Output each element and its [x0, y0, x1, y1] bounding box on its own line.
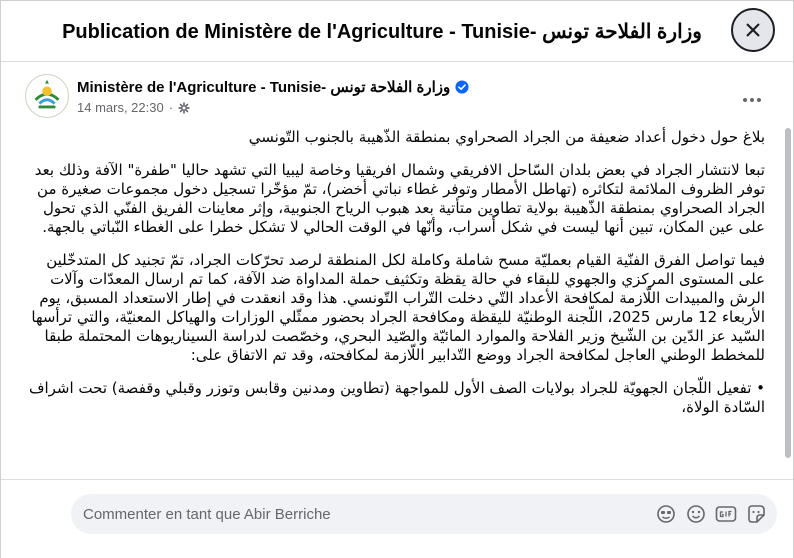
post-dialog: Publication de Ministère de l'Agricultur…: [0, 0, 794, 558]
close-icon: [746, 23, 760, 37]
more-options-button[interactable]: [737, 88, 767, 112]
dialog-header: Publication de Ministère de l'Agricultur…: [1, 1, 793, 62]
comment-bar: Commenter en tant que Abir Berriche: [1, 479, 793, 558]
verified-badge-icon: [455, 80, 469, 94]
post-paragraph: تبعا لانتشار الجراد في بعض بلدان السّاحل…: [34, 161, 765, 236]
post-paragraph: فيما تواصل الفرق الفنّية القيام بعمليّة …: [31, 251, 765, 364]
post-timestamp[interactable]: 14 mars, 22:30: [77, 100, 164, 115]
close-button[interactable]: [731, 8, 775, 52]
post-body: بلاغ حول دخول أعداد ضعيفة من الجراد الصح…: [21, 128, 765, 431]
comment-tools: [655, 503, 767, 525]
emoji-icon[interactable]: [685, 503, 707, 525]
avatar-emoji-icon[interactable]: [655, 503, 677, 525]
post-meta: 14 mars, 22:30 ·: [77, 100, 190, 115]
post-header: Ministère de l'Agriculture - Tunisie- وز…: [25, 74, 765, 126]
gif-icon[interactable]: [715, 503, 737, 525]
dialog-title: Publication de Ministère de l'Agricultur…: [62, 20, 702, 43]
sticker-icon[interactable]: [745, 503, 767, 525]
post-paragraph-title: بلاغ حول دخول أعداد ضعيفة من الجراد الصح…: [248, 128, 765, 146]
ministry-logo-icon: [27, 76, 67, 116]
comment-input[interactable]: Commenter en tant que Abir Berriche: [71, 494, 777, 534]
gear-icon[interactable]: [178, 101, 190, 114]
comment-placeholder: Commenter en tant que Abir Berriche: [83, 505, 331, 523]
post-author-name[interactable]: Ministère de l'Agriculture - Tunisie- وز…: [77, 78, 450, 96]
more-options-icon: [743, 98, 761, 102]
post-author[interactable]: Ministère de l'Agriculture - Tunisie- وز…: [77, 78, 469, 96]
post-scroll-area[interactable]: Ministère de l'Agriculture - Tunisie- وز…: [1, 62, 793, 479]
avatar[interactable]: [25, 74, 69, 118]
post-paragraph: • تفعيل اللّجان الجهويّة للجراد بولايات …: [28, 379, 765, 416]
scrollbar[interactable]: [785, 128, 791, 458]
